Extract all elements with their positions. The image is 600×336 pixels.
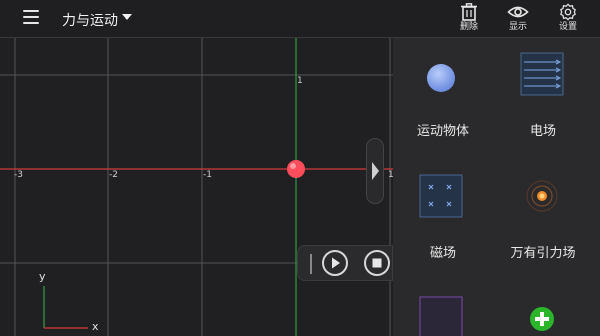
palette-item-label: 万有引力场: [510, 246, 576, 261]
electric-field-icon: [520, 52, 564, 96]
divider: [310, 254, 312, 274]
palette-item-label: 运动物体: [416, 124, 469, 139]
object-palette: 运动物体 电场 磁场 万有引力场: [393, 38, 600, 336]
palette-item-electric-field[interactable]: 电场: [493, 48, 593, 158]
magnetic-field-icon: [419, 174, 463, 218]
settings-label: 设置: [558, 22, 577, 32]
top-toolbar: 力与运动 删除 显示 设置: [0, 0, 600, 38]
page-title[interactable]: 力与运动: [62, 10, 118, 30]
gear-icon: [560, 3, 576, 21]
stop-icon: [372, 258, 382, 268]
palette-item-add[interactable]: [493, 288, 593, 336]
chevron-right-icon: [372, 162, 379, 180]
eye-icon: [507, 6, 529, 18]
settings-button[interactable]: 设置: [548, 3, 588, 35]
sphere-icon: [427, 64, 455, 92]
playback-controls: [297, 245, 393, 281]
moving-object: [287, 160, 305, 178]
stop-button[interactable]: [364, 250, 390, 276]
tick-label-x: -2: [109, 170, 118, 180]
display-label: 显示: [508, 22, 527, 32]
play-button[interactable]: [322, 250, 348, 276]
play-icon: [332, 257, 340, 269]
display-button[interactable]: 显示: [498, 3, 538, 35]
axis-y-label: y: [39, 270, 46, 283]
trash-icon: [461, 3, 477, 21]
axis-x-label: x: [92, 320, 99, 333]
palette-item-magnetic-field[interactable]: 磁场: [393, 168, 493, 278]
tick-label-y: 1: [297, 76, 303, 86]
palette-item-purple-field[interactable]: [393, 288, 493, 336]
gravity-field-icon: [526, 180, 558, 212]
add-icon: [530, 307, 554, 331]
purple-field-icon: [419, 296, 463, 336]
chevron-down-icon[interactable]: [122, 14, 132, 20]
palette-item-moving-object[interactable]: 运动物体: [393, 48, 493, 158]
tick-label-x: -3: [14, 170, 23, 180]
palette-item-label: 电场: [529, 124, 556, 139]
coordinate-grid: [0, 38, 393, 336]
panel-toggle-button[interactable]: [366, 138, 384, 204]
palette-item-label: 磁场: [429, 246, 456, 261]
delete-button[interactable]: 删除: [449, 3, 489, 35]
delete-label: 删除: [459, 22, 478, 32]
palette-item-gravity-field[interactable]: 万有引力场: [493, 168, 593, 278]
simulation-canvas[interactable]: -3 -2 -1 1 1 y x: [0, 38, 393, 336]
tick-label-x: -1: [203, 170, 212, 180]
menu-icon[interactable]: [23, 10, 39, 24]
